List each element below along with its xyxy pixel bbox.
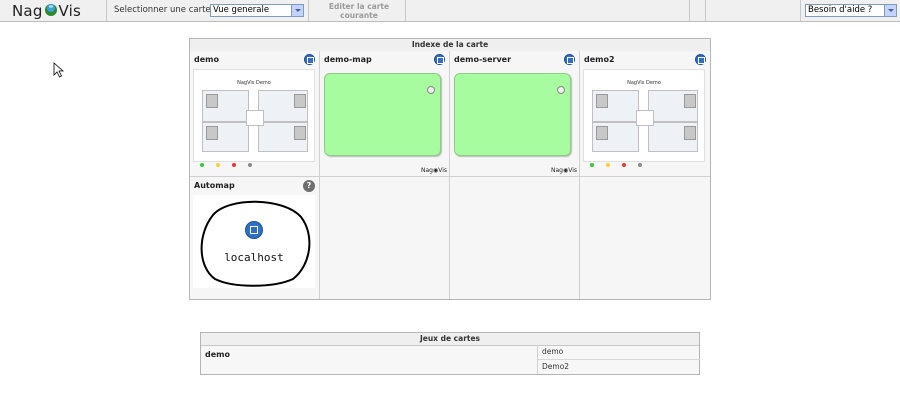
map-thumbnail-automap[interactable]: localhost: [193, 195, 315, 288]
map-view-icon[interactable]: [564, 54, 575, 65]
server-icon: [684, 94, 696, 108]
map-thumbnail-demo2[interactable]: NagVis Demo: [583, 69, 705, 167]
thumbnail-box: [246, 110, 264, 126]
map-select-value: Vue generale: [213, 5, 270, 15]
server-icon: [596, 94, 608, 108]
server-icon: [294, 94, 306, 108]
map-thumbnail-demo-map[interactable]: [324, 73, 441, 156]
map-view-icon[interactable]: [695, 54, 706, 65]
empty-cell: [450, 177, 580, 299]
server-icon: [596, 126, 608, 140]
select-map-label: Selectionner une carte:: [114, 5, 214, 15]
status-dot-icon: [427, 86, 435, 94]
thumbnail-title: NagVis Demo: [237, 80, 271, 86]
map-tile-demo-server[interactable]: demo-server Nag◉Vis: [450, 51, 580, 177]
automap-bubble: [200, 200, 311, 287]
thumbnail-legend: [200, 152, 308, 167]
map-tile-name: demo-server: [454, 55, 512, 64]
map-thumbnail-demo-server[interactable]: [454, 73, 571, 156]
empty-cell: [580, 177, 710, 299]
header-separator: [405, 0, 406, 21]
host-icon: [245, 221, 263, 239]
map-tile-automap[interactable]: Automap ? localhost: [190, 177, 320, 299]
header-separator: [800, 0, 801, 21]
rotation-map-item[interactable]: demo: [538, 345, 700, 360]
nagvis-mini-logo: Nag◉Vis: [421, 167, 447, 174]
map-view-icon[interactable]: [434, 54, 445, 65]
logo-text-left: Nag: [12, 1, 43, 20]
header-separator: [106, 0, 107, 21]
map-tile-name: demo: [194, 55, 219, 64]
header-separator: [705, 0, 706, 21]
rotation-map-item[interactable]: Demo2: [538, 360, 700, 374]
nagvis-mini-logo: Nag◉Vis: [551, 167, 577, 174]
logo-text-right: Vis: [58, 1, 82, 20]
map-select[interactable]: Vue generale: [210, 4, 304, 17]
empty-cell: [320, 177, 450, 299]
header-bar: Nag Vis Selectionner une carte: Vue gene…: [0, 0, 900, 22]
help-icon[interactable]: ?: [303, 180, 315, 192]
thumbnail-legend: [590, 152, 698, 167]
map-view-icon[interactable]: [304, 54, 315, 65]
header-separator: [689, 0, 690, 21]
map-tile-demo-map[interactable]: demo-map Nag◉Vis: [320, 51, 450, 177]
rotations-panel: Jeux de cartes demo demo Demo2: [200, 332, 700, 375]
map-tile-name: Automap: [194, 181, 235, 190]
server-icon: [206, 126, 218, 140]
map-tile-name: demo-map: [324, 55, 372, 64]
server-icon: [206, 94, 218, 108]
edit-current-map-button[interactable]: Editer la carte courante: [313, 2, 405, 20]
thumbnail-box: [636, 110, 654, 126]
logo-eye-icon: [44, 3, 58, 17]
edit-map-label-line1: Editer la carte: [328, 2, 390, 11]
server-icon: [294, 126, 306, 140]
map-tile-demo[interactable]: demo NagVis Demo: [190, 51, 320, 177]
map-index-panel: Indexe de la carte demo NagVis Demo demo…: [189, 38, 711, 300]
rotation-name[interactable]: demo: [205, 350, 230, 359]
help-select[interactable]: Besoin d'aide ?: [805, 4, 897, 17]
edit-map-label-line2: courante: [340, 11, 378, 20]
rotation-map-list: demo Demo2: [537, 345, 700, 374]
server-icon: [684, 126, 696, 140]
status-dot-icon: [557, 86, 565, 94]
map-tile-demo2[interactable]: demo2 NagVis Demo: [580, 51, 710, 177]
header-separator: [308, 0, 309, 21]
thumbnail-title: NagVis Demo: [627, 80, 661, 86]
help-select-value: Besoin d'aide ?: [808, 5, 873, 15]
map-tile-name: demo2: [584, 55, 615, 64]
map-thumbnail-demo[interactable]: NagVis Demo: [193, 69, 315, 167]
mouse-cursor-icon: [53, 62, 65, 78]
chevron-down-icon[interactable]: [884, 5, 896, 16]
host-label: localhost: [224, 251, 284, 264]
nagvis-logo[interactable]: Nag Vis: [12, 0, 81, 21]
chevron-down-icon[interactable]: [291, 5, 303, 16]
